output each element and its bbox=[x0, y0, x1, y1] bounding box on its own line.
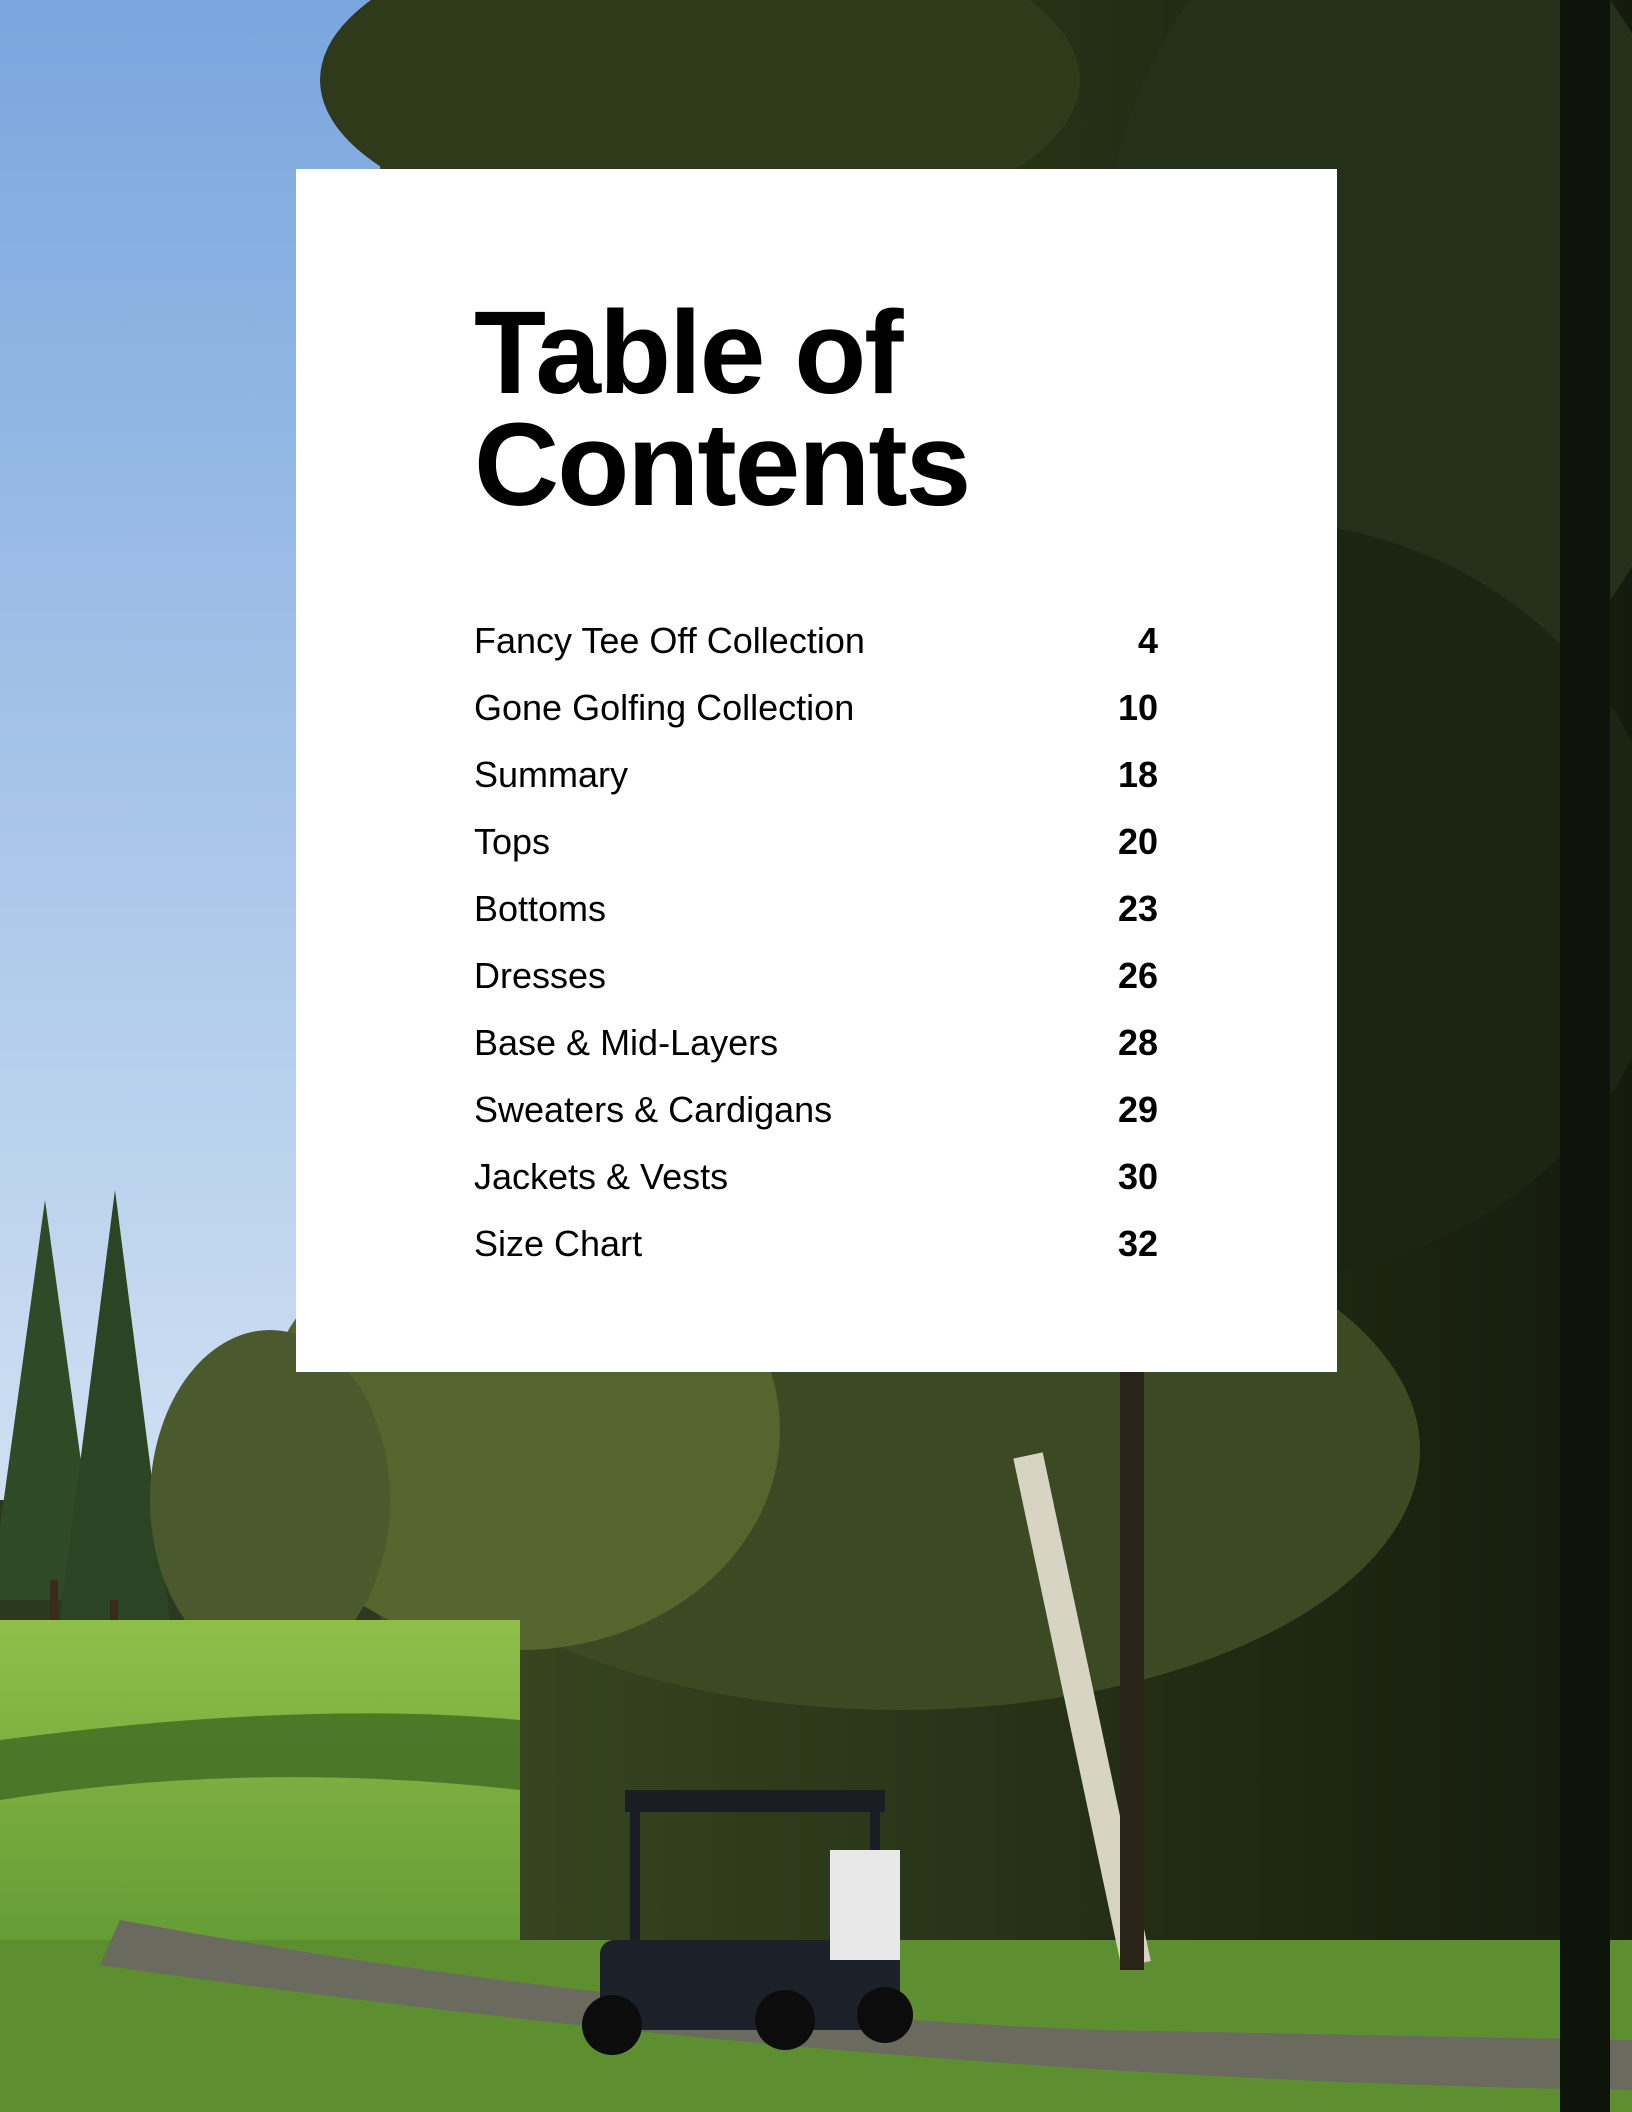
page-title-line-2: Contents bbox=[474, 399, 971, 531]
toc-entry-jackets-vests[interactable]: Jackets & Vests 30 bbox=[474, 1143, 1158, 1210]
toc-entry-label: Tops bbox=[474, 820, 551, 862]
toc-entry-page-number: 32 bbox=[1117, 1222, 1158, 1264]
toc-entry-page-number: 29 bbox=[1117, 1088, 1158, 1130]
toc-entry-label: Bottoms bbox=[474, 887, 607, 929]
toc-entry-label: Jackets & Vests bbox=[474, 1155, 729, 1197]
toc-entry-fancy-tee-off-collection[interactable]: Fancy Tee Off Collection 4 bbox=[474, 607, 1158, 674]
toc-entry-page-number: 20 bbox=[1117, 820, 1158, 862]
toc-entry-label: Gone Golfing Collection bbox=[474, 686, 855, 728]
toc-entry-label: Fancy Tee Off Collection bbox=[474, 619, 865, 661]
toc-entry-page-number: 4 bbox=[1137, 619, 1158, 661]
toc-entry-dresses[interactable]: Dresses 26 bbox=[474, 942, 1158, 1009]
page-title-line-1: Table of bbox=[474, 287, 904, 419]
toc-entry-label: Sweaters & Cardigans bbox=[474, 1088, 833, 1130]
toc-entry-gone-golfing-collection[interactable]: Gone Golfing Collection 10 bbox=[474, 674, 1158, 741]
toc-entry-label: Summary bbox=[474, 753, 629, 795]
toc-entry-page-number: 28 bbox=[1117, 1021, 1158, 1063]
toc-entry-page-number: 18 bbox=[1117, 753, 1158, 795]
toc-entry-page-number: 26 bbox=[1117, 954, 1158, 996]
toc-entry-size-chart[interactable]: Size Chart 32 bbox=[474, 1210, 1158, 1277]
toc-list: Fancy Tee Off Collection 4 Gone Golfing … bbox=[474, 607, 1158, 1277]
toc-entry-bottoms[interactable]: Bottoms 23 bbox=[474, 875, 1158, 942]
toc-entry-page-number: 30 bbox=[1117, 1155, 1158, 1197]
page-title: Table of Contents bbox=[474, 287, 1174, 531]
toc-entry-summary[interactable]: Summary 18 bbox=[474, 741, 1158, 808]
toc-entry-page-number: 23 bbox=[1117, 887, 1158, 929]
toc-entry-label: Size Chart bbox=[474, 1222, 643, 1264]
toc-entry-label: Dresses bbox=[474, 954, 607, 996]
toc-entry-label: Base & Mid-Layers bbox=[474, 1021, 779, 1063]
toc-entry-page-number: 10 bbox=[1117, 686, 1158, 728]
toc-entry-sweaters-cardigans[interactable]: Sweaters & Cardigans 29 bbox=[474, 1076, 1158, 1143]
table-of-contents-card: Table of Contents Fancy Tee Off Collecti… bbox=[296, 169, 1337, 1372]
toc-entry-base-mid-layers[interactable]: Base & Mid-Layers 28 bbox=[474, 1009, 1158, 1076]
toc-entry-tops[interactable]: Tops 20 bbox=[474, 808, 1158, 875]
